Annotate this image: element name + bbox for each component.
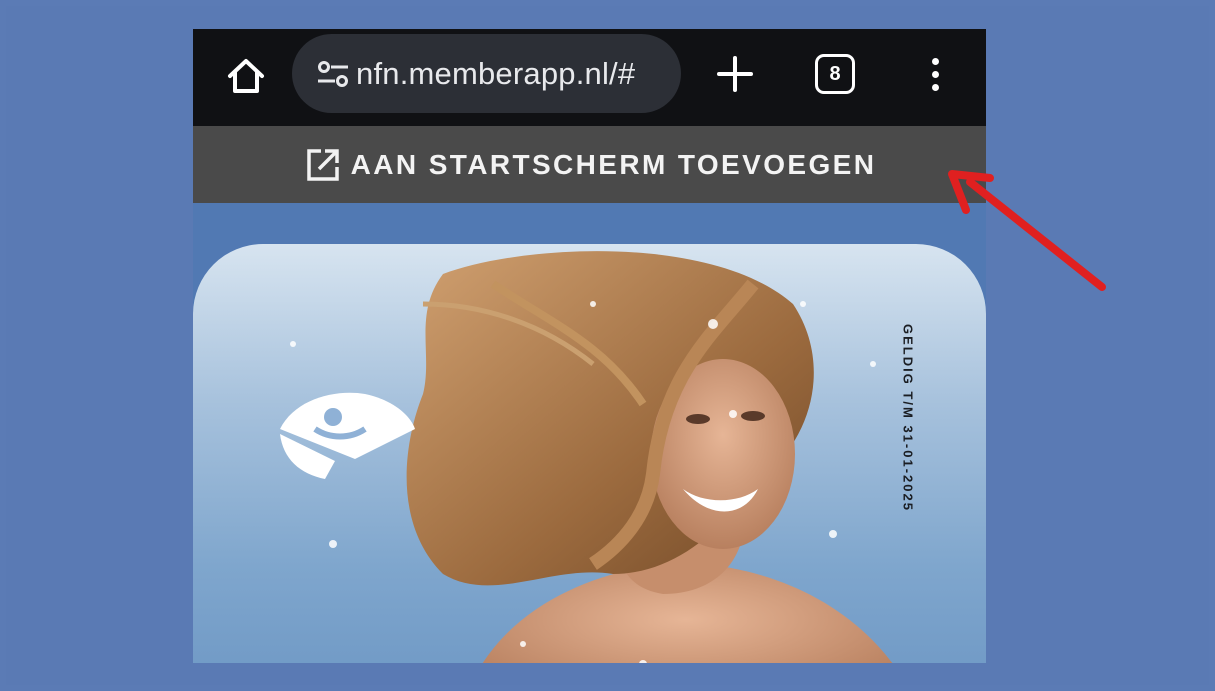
home-button[interactable]: [217, 47, 275, 105]
url-text: nfn.memberapp.nl/#: [356, 55, 636, 91]
home-icon: [228, 59, 264, 93]
add-to-homescreen-banner[interactable]: AAN STARTSCHERM TOEVOEGEN: [193, 126, 986, 203]
more-menu-button[interactable]: [915, 49, 955, 99]
site-settings-icon: [318, 60, 348, 87]
open-external-icon: [306, 148, 339, 181]
validity-date: GELDIG T/M 31-01-2025: [900, 324, 916, 512]
membership-card: GELDIG T/M 31-01-2025: [193, 244, 986, 663]
nfn-logo: [280, 392, 415, 479]
phone-screen: nfn.memberapp.nl/# 8 AAN STARTSCHERM TOE…: [193, 29, 986, 663]
plus-icon: [717, 56, 753, 92]
browser-toolbar: nfn.memberapp.nl/# 8: [193, 29, 986, 126]
site-settings-button[interactable]: [314, 55, 352, 93]
tab-switcher-button[interactable]: 8: [815, 54, 855, 94]
new-tab-button[interactable]: [710, 49, 760, 99]
add-to-homescreen-label: AAN STARTSCHERM TOEVOEGEN: [350, 148, 877, 180]
tab-count: 8: [829, 62, 841, 85]
address-bar[interactable]: nfn.memberapp.nl/#: [292, 34, 681, 113]
red-arrow-annotation: [948, 170, 1106, 291]
more-vertical-icon: [931, 57, 939, 65]
